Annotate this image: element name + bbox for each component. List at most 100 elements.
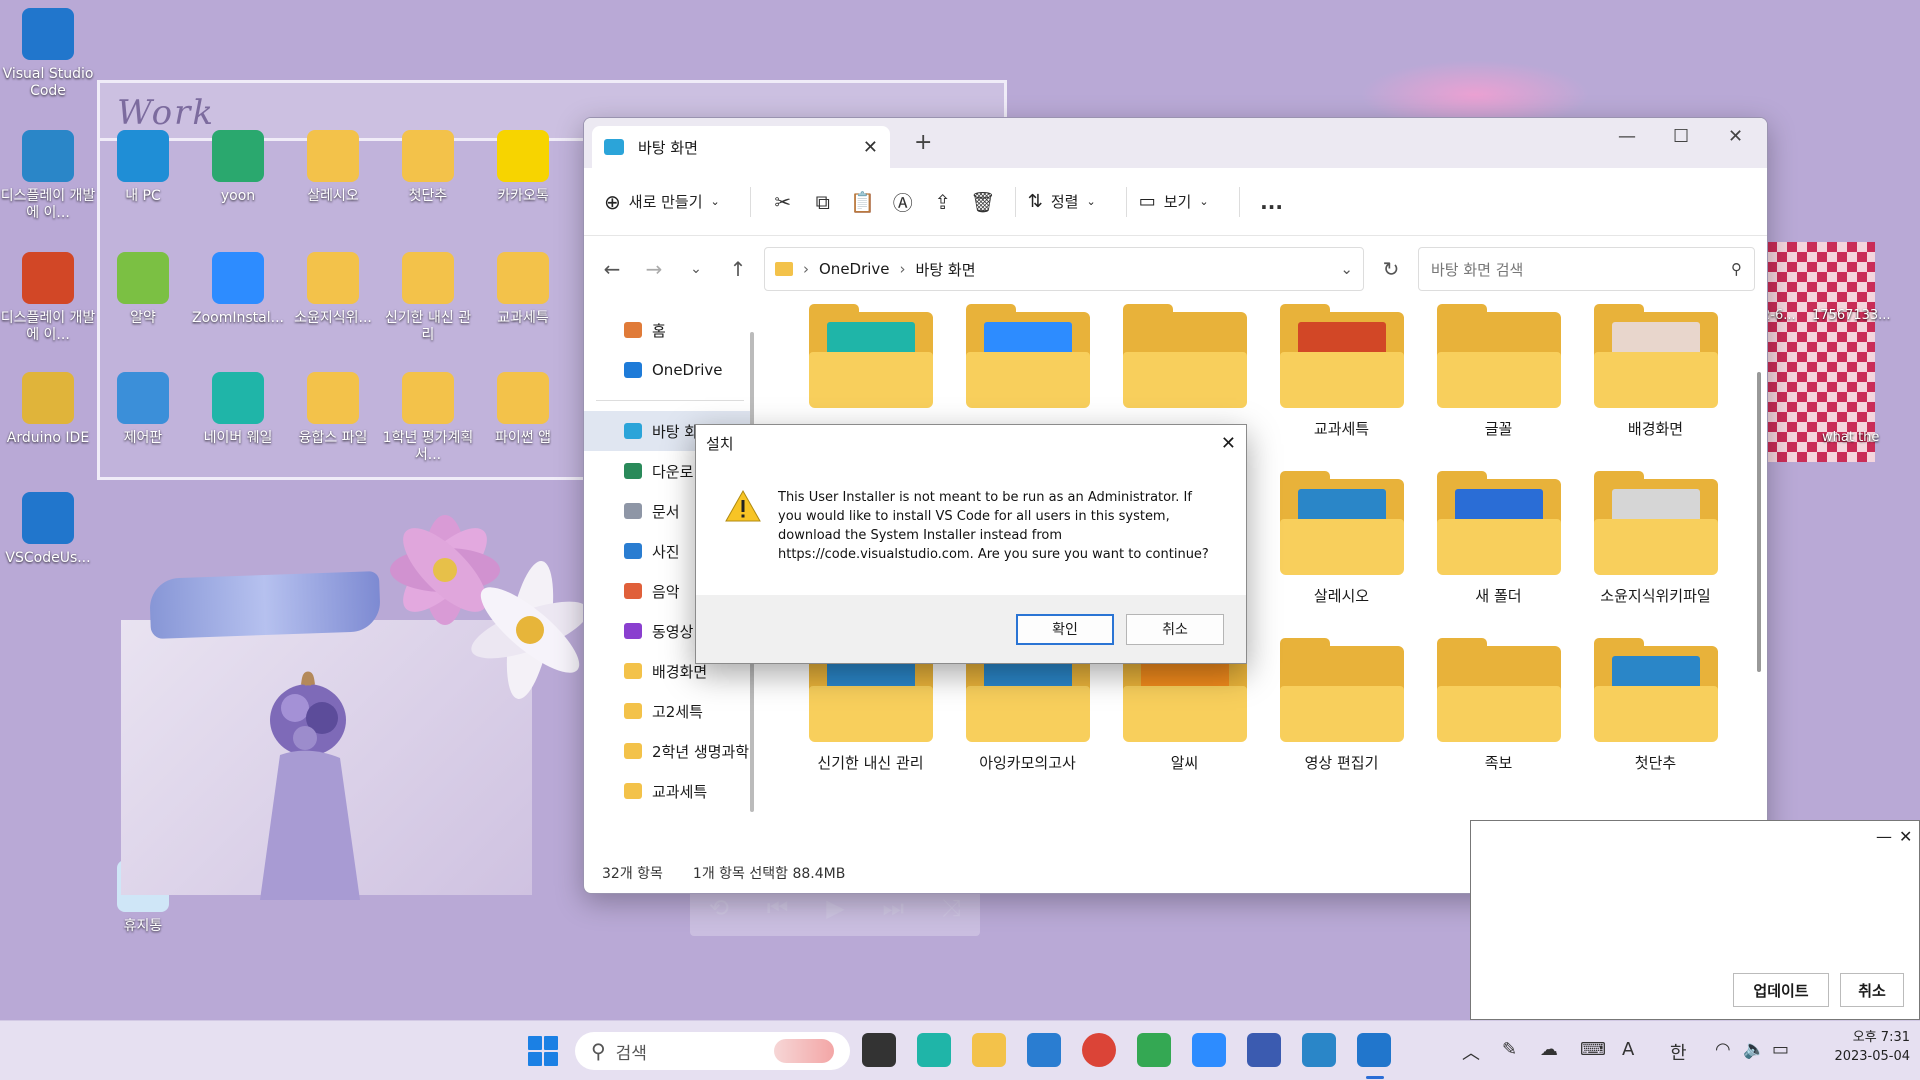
desktop-icon[interactable]: 첫단추 [380, 130, 476, 205]
whale-icon[interactable] [917, 1033, 951, 1067]
start-icon[interactable] [528, 1036, 558, 1066]
nav-item[interactable]: 교과세특 [584, 771, 754, 811]
address-dropdown-icon[interactable]: ⌄ [1340, 260, 1353, 278]
desktop-icon[interactable]: 디스플레이 개발에 이... [0, 252, 96, 344]
close-tab-icon[interactable]: ✕ [863, 137, 878, 158]
desktop-icon[interactable]: 살레시오 [285, 130, 381, 205]
dialog-close-icon[interactable]: ✕ [1221, 433, 1236, 454]
file-item[interactable]: 첫단추 [1577, 638, 1734, 791]
rename-icon[interactable]: Ⓐ [883, 187, 923, 216]
desktop-icon[interactable]: 신기한 내신 관리 [380, 252, 476, 344]
battery-icon[interactable]: ▭ [1772, 1039, 1789, 1060]
new-button[interactable]: ⊕ 새로 만들기 ⌄ [604, 190, 720, 214]
desktop-icon[interactable]: 카카오톡 [475, 130, 571, 205]
hwp-icon[interactable] [1302, 1033, 1336, 1067]
file-item[interactable]: 영상 편집기 [1263, 638, 1420, 791]
desktop-icon[interactable]: Arduino IDE [0, 372, 96, 447]
minimize-icon[interactable]: — [1876, 827, 1892, 846]
ok-button[interactable]: 확인 [1016, 613, 1114, 645]
recent-locations-icon[interactable]: ⌄ [680, 261, 712, 277]
wifi-icon[interactable]: ◠ [1715, 1039, 1731, 1060]
desktop-icon[interactable]: 내 PC [95, 130, 191, 205]
refresh-icon[interactable]: ↻ [1374, 257, 1408, 281]
file-item[interactable]: 교과세특 [1263, 304, 1420, 457]
cancel-button[interactable]: 취소 [1126, 613, 1224, 645]
play-icon[interactable]: ▶ [826, 894, 844, 922]
desktop-right-label-3[interactable]: what the [1822, 430, 1879, 445]
green-app-icon[interactable] [1137, 1033, 1171, 1067]
pen-icon[interactable]: ✎ [1502, 1039, 1517, 1060]
desktop-icon[interactable]: 소윤지식위... [285, 252, 381, 327]
sort-button[interactable]: ⇅ 정렬 ⌄ [1028, 191, 1096, 212]
nav-item[interactable]: 고2세특 [584, 691, 754, 731]
file-item[interactable]: 알씨 [1106, 638, 1263, 791]
update-cancel-button[interactable]: 취소 [1840, 973, 1904, 1007]
delete-icon[interactable]: 🗑 [963, 190, 1003, 214]
app-icon[interactable] [1247, 1033, 1281, 1067]
desktop-icon[interactable]: 알약 [95, 252, 191, 327]
file-item[interactable]: 글꼴 [1420, 304, 1577, 457]
desktop-icon[interactable]: ZoomInstal... [190, 252, 286, 327]
breadcrumb-onedrive[interactable]: OneDrive [819, 260, 890, 278]
show-hidden-icons-icon[interactable]: ︿ [1462, 1039, 1480, 1065]
ime-indicator[interactable]: 한 [1670, 1039, 1687, 1065]
clock[interactable]: 오후 7:31 2023-05-04 [1810, 1029, 1910, 1067]
copy-icon[interactable]: ⧉ [803, 190, 843, 214]
nav-item[interactable]: 2학년 생명과학 [584, 731, 754, 771]
view-button[interactable]: ▭ 보기 ⌄ [1139, 191, 1209, 212]
file-item[interactable]: 족보 [1420, 638, 1577, 791]
previous-icon[interactable]: ⏮ [767, 894, 789, 922]
shuffle-icon[interactable]: ⤨ [942, 894, 961, 922]
more-options-icon[interactable]: ... [1252, 190, 1292, 214]
search-box[interactable]: 바탕 화면 검색 ⚲ [1418, 247, 1755, 291]
desktop-icon[interactable]: 교과세특 [475, 252, 571, 327]
chrome-icon[interactable] [1082, 1033, 1116, 1067]
file-item[interactable]: 소윤지식위키파일 [1577, 471, 1734, 624]
file-item[interactable]: 살레시오 [1263, 471, 1420, 624]
desktop-icon[interactable]: 1학년 평가계획서... [380, 372, 476, 464]
update-button[interactable]: 업데이트 [1733, 973, 1829, 1007]
desktop-icon[interactable]: 융합스 파일 [285, 372, 381, 447]
desktop-right-label-2[interactable]: 17567133... [1812, 308, 1891, 323]
explorer-tab[interactable]: 바탕 화면 ✕ [592, 126, 890, 168]
new-tab-icon[interactable]: + [914, 130, 932, 155]
task-view-icon[interactable] [862, 1033, 896, 1067]
forward-icon[interactable]: → [638, 257, 670, 281]
desktop-icon[interactable]: yoon [190, 130, 286, 205]
desktop-icon[interactable]: 디스플레이 개발에 이... [0, 130, 96, 222]
file-item[interactable]: 신기한 내신 관리 [792, 638, 949, 791]
keyboard-icon[interactable]: ⌨ [1580, 1039, 1606, 1060]
desktop-icon[interactable]: VSCodeUs... [0, 492, 96, 567]
desktop-icon[interactable]: 네이버 웨일 [190, 372, 286, 447]
back-icon[interactable]: ← [596, 257, 628, 281]
nav-item[interactable]: 홈 [584, 310, 754, 350]
share-icon[interactable]: ⇪ [923, 190, 963, 214]
file-item[interactable]: 배경화면 [1577, 304, 1734, 457]
volume-icon[interactable]: 🔈 [1743, 1039, 1765, 1060]
desktop-icon[interactable]: Visual Studio Code [0, 8, 96, 100]
file-item[interactable]: 아잉카모의고사 [949, 638, 1106, 791]
paste-icon[interactable]: 📋 [843, 190, 883, 214]
close-window-icon[interactable]: ✕ [1728, 126, 1743, 147]
taskbar-search[interactable]: ⚲ 검색 [575, 1032, 850, 1070]
desktop-icon[interactable]: 제어판 [95, 372, 191, 447]
zoom-icon[interactable] [1192, 1033, 1226, 1067]
cloud-offline-icon[interactable]: ☁ [1540, 1039, 1558, 1060]
next-icon[interactable]: ⏭ [882, 894, 904, 922]
minimize-icon[interactable]: — [1618, 126, 1636, 147]
address-bar[interactable]: › OneDrive › 바탕 화면 ⌄ [764, 247, 1364, 291]
up-icon[interactable]: ↑ [722, 257, 754, 281]
cut-icon[interactable]: ✂ [763, 190, 803, 214]
vscode-icon[interactable] [1357, 1033, 1391, 1067]
breadcrumb-desktop[interactable]: 바탕 화면 [916, 259, 976, 280]
content-scrollbar[interactable] [1757, 372, 1761, 672]
maximize-icon[interactable]: ☐ [1673, 126, 1689, 147]
repeat-icon[interactable]: ⟲ [709, 894, 729, 922]
font-a-icon[interactable]: A [1622, 1039, 1634, 1060]
nav-item[interactable]: OneDrive [584, 350, 754, 390]
close-icon[interactable]: ✕ [1899, 827, 1912, 846]
file-explorer-icon[interactable] [972, 1033, 1006, 1067]
desktop-icon[interactable]: 파이썬 앱 [475, 372, 571, 447]
mail-icon[interactable] [1027, 1033, 1061, 1067]
file-item[interactable]: 새 폴더 [1420, 471, 1577, 624]
